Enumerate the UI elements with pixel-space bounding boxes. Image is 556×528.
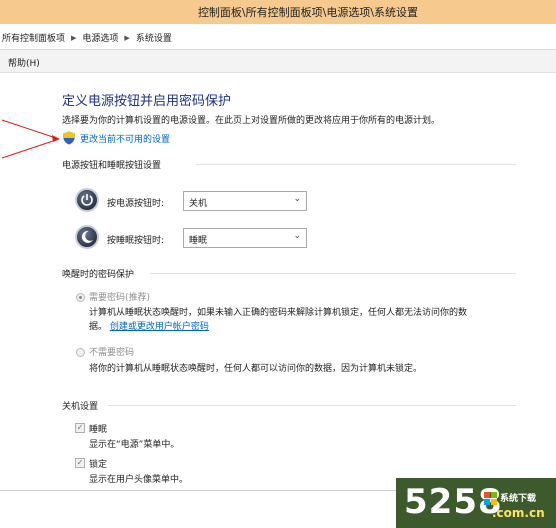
chevron-down-icon: ⌄ [293, 231, 301, 241]
windows-logo-icon [484, 492, 497, 505]
sleep-checkbox[interactable]: ✓ [75, 423, 85, 433]
window-title: 控制面板\所有控制面板项\电源选项\系统设置 [197, 6, 419, 19]
uac-shield-icon [63, 131, 75, 145]
red-arrow-annotation-icon [1, 119, 60, 159]
watermark-domain: .com.cn [492, 506, 545, 520]
no-password-label: 不需要密码 [89, 348, 135, 358]
site-watermark: 5258 系统下载 .com.cn [396, 478, 556, 528]
sleep-button-label: 按睡眠按钮时: [107, 236, 165, 246]
breadcrumb-item-all-items[interactable]: 所有控制面板项 [2, 34, 65, 44]
lock-checkbox[interactable]: ✓ [75, 458, 85, 468]
lock-option-description: 显示在用户头像菜单中。 [89, 475, 189, 485]
menu-help[interactable]: 帮助(H) [8, 56, 40, 69]
require-password-description-cont: 据。 创建或更改用户帐户密码 [89, 319, 209, 332]
page-description: 选择要为你的计算机设置的电源设置。在此页上对设置所做的更改将应用于你所有的电源计… [62, 116, 441, 126]
sleep-option-description: 显示在“电源”菜单中。 [89, 440, 180, 450]
require-password-label: 需要密码(推荐) [89, 293, 151, 303]
no-password-radio[interactable] [76, 348, 85, 357]
sleep-option-label: 睡眠 [89, 425, 108, 435]
require-password-radio[interactable] [76, 293, 85, 302]
menu-bar: 帮助(H) [0, 50, 556, 73]
power-button-icon [75, 188, 99, 212]
power-buttons-section-header: 电源按钮和睡眠按钮设置 [62, 161, 162, 171]
watermark-site-name: 系统下载 [500, 494, 537, 504]
section-divider [196, 164, 516, 165]
chevron-right-icon: ▶ [71, 34, 77, 42]
sleep-button-value: 睡眠 [189, 236, 208, 246]
footer-divider [0, 490, 396, 491]
password-section-header: 唤醒时的密码保护 [62, 270, 135, 280]
breadcrumb-item-power-options[interactable]: 电源选项 [82, 34, 118, 44]
power-button-select[interactable]: 关机 ⌄ [183, 191, 307, 211]
page-title: 定义电源按钮并启用密码保护 [62, 94, 232, 109]
power-button-label: 按电源按钮时: [107, 199, 165, 209]
breadcrumb-item-system-settings[interactable]: 系统设置 [136, 34, 172, 44]
change-unavailable-settings-link[interactable]: 更改当前不可用的设置 [80, 132, 170, 145]
title-bar: 控制面板\所有控制面板项\电源选项\系统设置 [0, 0, 556, 24]
section-divider [150, 273, 516, 274]
section-divider [108, 405, 516, 406]
chevron-right-icon: ▶ [124, 34, 130, 42]
lock-option-label: 锁定 [89, 460, 108, 470]
address-bar[interactable]: 所有控制面板项 ▶ 电源选项 ▶ 系统设置 [0, 24, 556, 50]
no-password-description: 将你的计算机从睡眠状态唤醒时，任何人都可以访问你的数据，因为计算机未锁定。 [89, 364, 423, 374]
require-password-description-end: 据。 [89, 322, 108, 332]
power-button-value: 关机 [189, 199, 208, 209]
breadcrumb: 所有控制面板项 ▶ 电源选项 ▶ 系统设置 [2, 31, 172, 44]
sleep-button-icon [75, 225, 99, 249]
create-password-link[interactable]: 创建或更改用户帐户密码 [110, 322, 209, 332]
sleep-button-select[interactable]: 睡眠 ⌄ [183, 228, 307, 248]
require-password-description: 计算机从睡眠状态唤醒时，如果未输入正确的密码来解除计算机锁定，任何人都无法访问你… [89, 308, 468, 318]
chevron-down-icon: ⌄ [293, 194, 301, 204]
shutdown-section-header: 关机设置 [62, 402, 99, 412]
